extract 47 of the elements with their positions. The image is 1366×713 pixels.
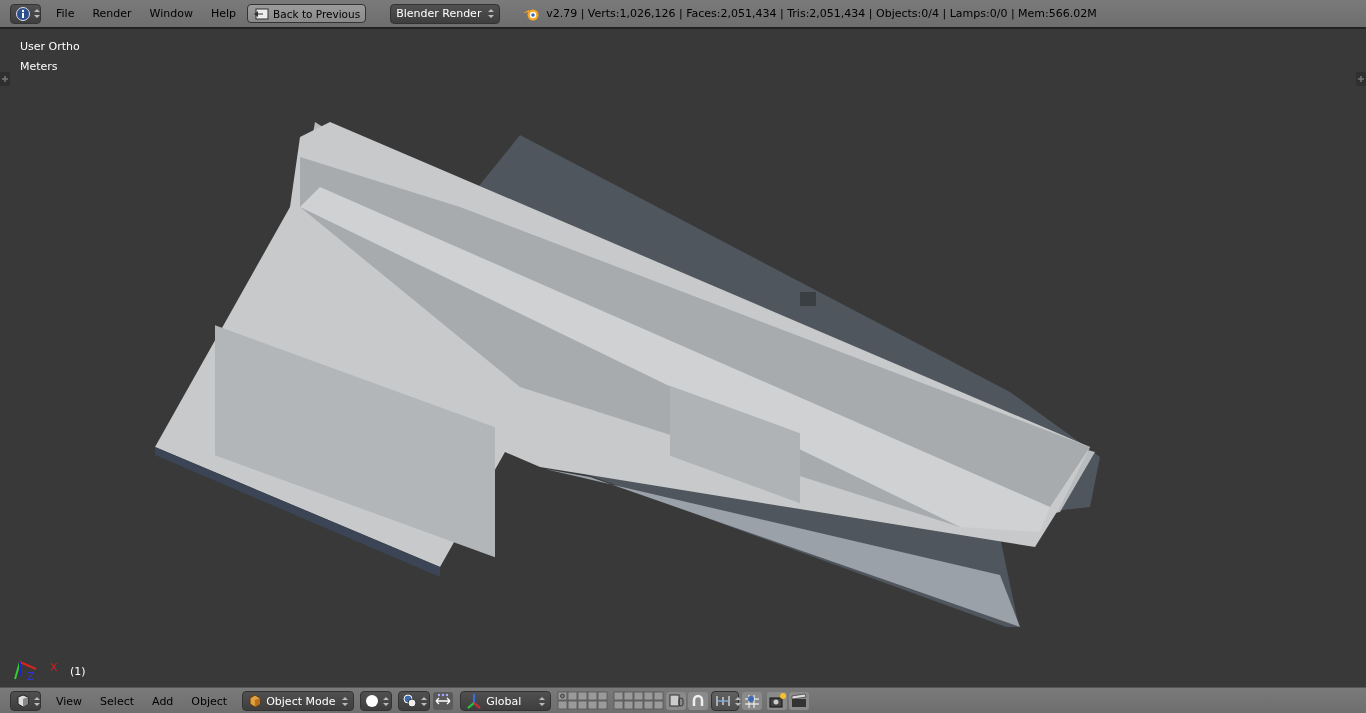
- axis-label: X: [50, 661, 58, 674]
- spinner-arrows-icon: [421, 696, 428, 706]
- spinner-arrows-icon: [383, 696, 390, 706]
- menu-item[interactable]: Select: [96, 694, 139, 708]
- axis-label: Z: [27, 670, 35, 683]
- lock-camera-icon[interactable]: [666, 692, 687, 710]
- expand-toolbar-icon[interactable]: [0, 72, 10, 86]
- axis-gizmo-drawing: [12, 659, 38, 681]
- snap-increment-icon: [715, 694, 732, 708]
- expand-properties-icon[interactable]: [1356, 72, 1366, 86]
- render-engine-dropdown[interactable]: Blender Render: [390, 3, 501, 24]
- sphere-icon: [365, 694, 380, 708]
- scene-statistics: v2.79 | Verts:1,026,126 | Faces:2,051,434 | Tris:2,051,434 | Objects:0/4 | Lamps:0/0 | Mem:566.02M: [546, 7, 1097, 20]
- menu-item[interactable]: File: [52, 7, 79, 20]
- menu-item[interactable]: View: [52, 694, 87, 708]
- camera-icon[interactable]: [767, 692, 788, 710]
- mode-dropdown[interactable]: Object Mode: [242, 691, 355, 711]
- manipulator-toggle-icon[interactable]: [433, 692, 454, 710]
- spinner-arrows-icon: [34, 9, 40, 18]
- menu-item[interactable]: Render: [88, 7, 136, 20]
- info-icon: [16, 6, 30, 21]
- spinner-arrows-icon: [34, 696, 40, 706]
- frame-number-label: (1): [70, 665, 86, 678]
- units-label: Meters: [20, 59, 59, 75]
- editor-type-button[interactable]: [10, 691, 41, 711]
- pivot-icon: [403, 694, 418, 708]
- spinner-arrows-icon: [342, 696, 349, 706]
- viewport-shading-dropdown[interactable]: [360, 691, 393, 711]
- menu-item[interactable]: Object: [187, 694, 232, 708]
- menu-item[interactable]: Help: [206, 7, 241, 20]
- pivot-point-dropdown[interactable]: [398, 691, 431, 711]
- snap-grid-icon[interactable]: [742, 692, 763, 710]
- magnet-icon[interactable]: [688, 692, 709, 710]
- editor-type-button[interactable]: [10, 3, 41, 24]
- spinner-arrows-icon: [735, 696, 742, 706]
- cube-icon: [16, 694, 30, 708]
- view-name-label: User Ortho: [20, 39, 81, 55]
- spinner-arrows-icon: [539, 696, 546, 706]
- menu-item[interactable]: Add: [148, 694, 178, 708]
- transform-orientation-dropdown[interactable]: Global: [460, 691, 552, 711]
- spinner-arrows-icon: [488, 9, 495, 18]
- axes-icon: [466, 693, 483, 709]
- snap-element-dropdown[interactable]: [711, 691, 740, 711]
- menu-item[interactable]: Window: [145, 7, 197, 20]
- back-to-previous-button[interactable]: Back to Previous: [247, 4, 367, 23]
- cube-icon: [248, 694, 263, 708]
- clapperboard-icon[interactable]: [789, 692, 810, 710]
